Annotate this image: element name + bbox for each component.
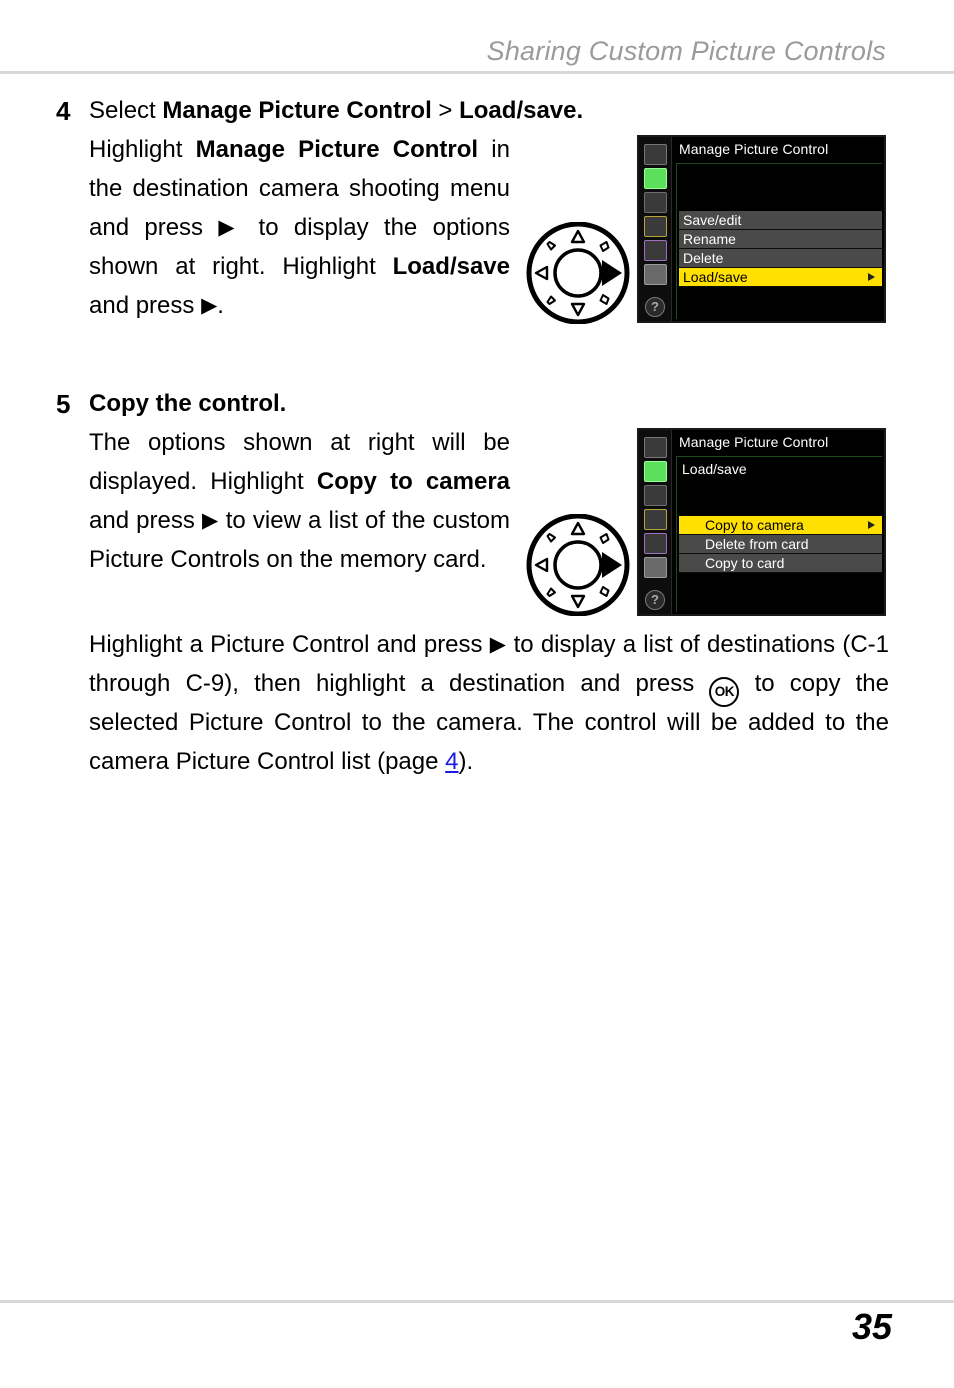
lcd-2-menu-list: Copy to camera Delete from card Copy to … <box>679 516 882 573</box>
camera-lcd-screen-2: ? Manage Picture Control Load/save Copy … <box>637 428 886 616</box>
lcd-1-menu-item-0[interactable]: Save/edit <box>679 211 882 230</box>
step-4-title: Select Manage Picture Control > Load/sav… <box>89 92 583 130</box>
multi-selector-dial <box>526 222 630 324</box>
lcd-2-divider <box>676 456 882 457</box>
step-4-number: 4 <box>56 96 71 126</box>
step-4-bold-load-save: Load/save <box>392 253 510 280</box>
step-5-text-2: and press <box>89 507 202 534</box>
lcd-2-sidebar: ? <box>639 430 672 614</box>
lcd-1-divider <box>676 163 882 164</box>
lcd-1-menu-item-1-label: Rename <box>683 231 736 247</box>
lcd-1-menu-item-0-label: Save/edit <box>683 212 742 228</box>
step-5-bold-copy-to-camera: Copy to camera <box>316 468 511 495</box>
retouch-icon[interactable] <box>644 533 667 554</box>
header-rule <box>0 71 954 74</box>
right-arrow-icon: ▶ <box>202 509 219 532</box>
recent-settings-icon[interactable] <box>644 264 667 285</box>
step-5-number: 5 <box>56 389 71 419</box>
custom-settings-icon[interactable] <box>644 485 667 506</box>
step-4: 4 Select Manage Picture Control > Load/s… <box>56 92 583 325</box>
setup-icon[interactable] <box>644 509 667 530</box>
help-icon[interactable]: ? <box>645 590 665 610</box>
page-reference-link[interactable]: 4 <box>445 748 458 775</box>
camera-lcd-screen-1: ? Manage Picture Control Save/edit Renam… <box>637 135 886 323</box>
shooting-menu-icon[interactable] <box>644 461 667 482</box>
multi-selector-dial <box>526 514 630 616</box>
help-icon[interactable]: ? <box>645 297 665 317</box>
step-4-text-4: and press <box>89 292 202 319</box>
lcd-2-menu-item-1-label: Delete from card <box>705 536 809 552</box>
playback-icon[interactable] <box>644 144 667 165</box>
lcd-2-title: Manage Picture Control <box>679 434 829 450</box>
lcd-1-menu-item-3-label: Load/save <box>683 269 748 285</box>
lcd-2-subtitle: Load/save <box>682 461 747 477</box>
lcd-2-menu-item-2[interactable]: Copy to card <box>679 554 882 573</box>
step-4-text-1: Highlight <box>89 136 196 163</box>
step-5-title: Copy the control. <box>89 390 287 417</box>
submenu-arrow-icon <box>868 521 875 529</box>
lcd-1-vertical-rule <box>676 163 677 319</box>
custom-settings-icon[interactable] <box>644 192 667 213</box>
step-5-wide-text-4: ). <box>458 748 474 775</box>
playback-icon[interactable] <box>644 437 667 458</box>
right-arrow-icon: ▶ <box>201 294 218 317</box>
lcd-1-menu-item-2[interactable]: Delete <box>679 249 882 268</box>
lcd-1-title: Manage Picture Control <box>679 141 829 157</box>
step-4-paragraph: Highlight Manage Picture Control in the … <box>89 130 510 325</box>
lcd-1-menu-item-2-label: Delete <box>683 250 724 266</box>
setup-icon[interactable] <box>644 216 667 237</box>
step-4-title-lead: Select <box>89 97 163 124</box>
lcd-1-menu-item-3[interactable]: Load/save <box>679 268 882 287</box>
footer-rule <box>0 1300 954 1303</box>
lcd-2-menu-item-1[interactable]: Delete from card <box>679 535 882 554</box>
recent-settings-icon[interactable] <box>644 557 667 578</box>
step-5-paragraph-wide: Highlight a Picture Control and press ▶ … <box>89 625 889 781</box>
step-5-wide-text-1: Highlight a Picture Control and press <box>89 631 490 658</box>
retouch-icon[interactable] <box>644 240 667 261</box>
step-4-title-bold-2: Load/save. <box>459 97 584 124</box>
page-title: Sharing Custom Picture Controls <box>486 36 886 66</box>
step-4-title-separator: > <box>431 97 460 124</box>
step-4-bold-manage-picture-control: Manage Picture Control <box>195 136 479 163</box>
step-4-text-5: . <box>217 292 224 319</box>
step-4-title-bold-1: Manage Picture Control <box>162 97 432 124</box>
step-5-paragraph-narrow: The options shown at right will be displ… <box>89 423 510 579</box>
lcd-1-menu-list: Save/edit Rename Delete Load/save <box>679 211 882 287</box>
shooting-menu-icon[interactable] <box>644 168 667 189</box>
lcd-1-sidebar: ? <box>639 137 672 321</box>
lcd-2-vertical-rule <box>676 456 677 612</box>
step-5: 5 Copy the control. The options shown at… <box>56 385 510 579</box>
right-arrow-icon: ▶ <box>218 216 244 239</box>
lcd-2-menu-item-0-label: Copy to camera <box>705 517 804 533</box>
page-number: 35 <box>851 1306 892 1347</box>
page-header: Sharing Custom Picture Controls <box>0 36 954 74</box>
page-footer: 35 <box>0 1300 954 1360</box>
lcd-2-menu-item-2-label: Copy to card <box>705 555 785 571</box>
lcd-2-menu-item-0[interactable]: Copy to camera <box>679 516 882 535</box>
ok-button-icon: OK <box>709 677 740 707</box>
right-arrow-icon: ▶ <box>489 633 507 656</box>
lcd-1-menu-item-1[interactable]: Rename <box>679 230 882 249</box>
submenu-arrow-icon <box>868 273 875 281</box>
